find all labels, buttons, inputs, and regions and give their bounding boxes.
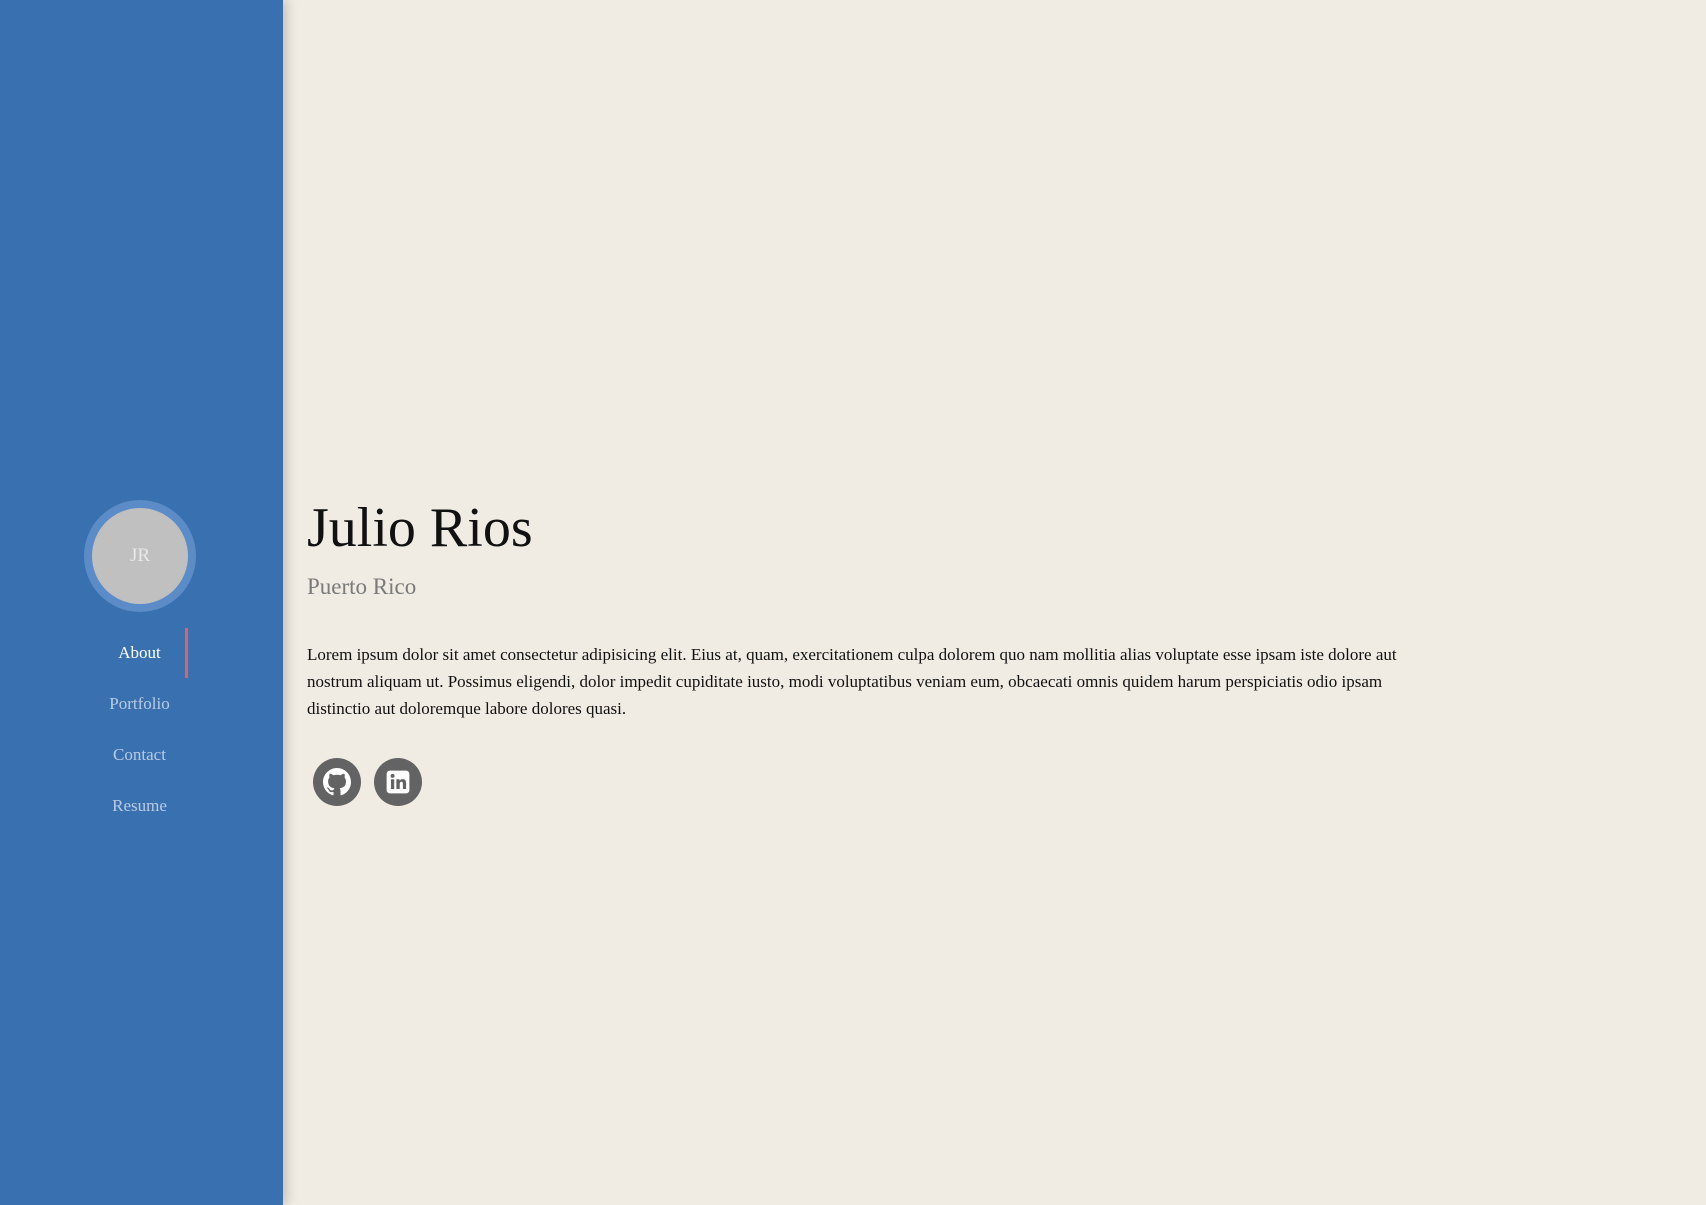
nav-item-contact[interactable]: Contact bbox=[0, 729, 283, 780]
main-content: Julio Rios Puerto Rico Lorem ipsum dolor… bbox=[283, 0, 1706, 1205]
linkedin-icon bbox=[386, 770, 410, 794]
sidebar-nav: About Portfolio Contact Resume bbox=[0, 627, 283, 831]
avatar-ring: JR bbox=[84, 500, 196, 612]
github-link[interactable] bbox=[313, 758, 361, 806]
github-icon bbox=[323, 768, 351, 796]
profile-name: Julio Rios bbox=[307, 497, 533, 559]
nav-item-about[interactable]: About bbox=[0, 627, 283, 678]
avatar[interactable]: JR bbox=[92, 508, 188, 604]
nav-item-resume[interactable]: Resume bbox=[0, 780, 283, 831]
profile-bio: Lorem ipsum dolor sit amet consectetur a… bbox=[307, 645, 1397, 718]
social-links bbox=[313, 758, 422, 806]
profile-location: Puerto Rico bbox=[307, 574, 417, 599]
linkedin-link[interactable] bbox=[374, 758, 422, 806]
sidebar: JR About Portfolio Contact Resume bbox=[0, 0, 283, 1205]
nav-item-portfolio[interactable]: Portfolio bbox=[0, 678, 283, 729]
